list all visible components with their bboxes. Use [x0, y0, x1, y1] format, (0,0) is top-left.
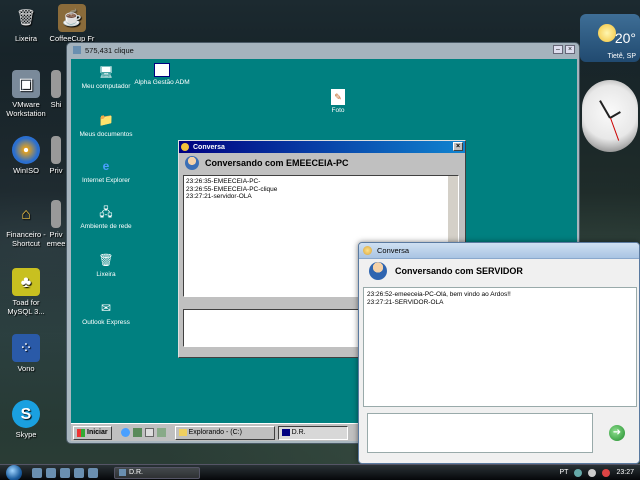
- window-icon: [154, 63, 170, 77]
- channels-quick-icon[interactable]: [156, 428, 166, 437]
- chat-icon: [363, 246, 372, 255]
- vm-window-title: 575,431 clique: [85, 45, 134, 55]
- desktop-icon-partial-2[interactable]: Priv: [44, 136, 68, 175]
- dialog-titlebar[interactable]: Conversa ×: [179, 141, 465, 153]
- desktop-icon-partial-1[interactable]: Shi: [44, 70, 68, 109]
- folder-icon: 📁: [98, 113, 114, 127]
- vm-titlebar[interactable]: 575,431 clique – ×: [67, 43, 579, 57]
- guest-icon-alpha[interactable]: Alpha Gestão ADM: [129, 63, 195, 87]
- app-icon: [51, 136, 61, 164]
- message-log[interactable]: 23:26:52-emeeceia-PC-Olá, bem vindo ao A…: [363, 287, 637, 407]
- desktop-icon-lixeira[interactable]: 🗑 Lixeira: [0, 4, 52, 43]
- message-input[interactable]: [183, 309, 373, 347]
- network-icon[interactable]: [574, 468, 583, 477]
- desktop-quick-icon[interactable]: [132, 428, 142, 437]
- browser-icon[interactable]: [60, 467, 70, 478]
- arrow-right-icon: ➜: [612, 427, 622, 438]
- message-line: 23:27:21-servidor-OLA: [186, 193, 252, 200]
- outlook-icon: ✉: [100, 301, 112, 315]
- app-icon: [51, 70, 61, 98]
- volume-icon[interactable]: [588, 468, 597, 477]
- task-explorando[interactable]: Explorando - (C:): [174, 425, 275, 440]
- folder-icon: [178, 429, 187, 436]
- task-dr[interactable]: D.R.: [114, 466, 200, 479]
- guest-icon-outlook[interactable]: ✉ Outlook Express: [73, 299, 139, 327]
- task-dr[interactable]: D.R.: [277, 425, 348, 440]
- message-line: 23:26:52-emeeceia-PC-Olá, bem vindo ao A…: [367, 291, 511, 298]
- dialog-titlebar[interactable]: Conversa: [359, 243, 639, 259]
- app-icon: [51, 200, 61, 228]
- vono-icon: ⁘: [12, 334, 40, 362]
- guest-icon-lixeira[interactable]: 🗑 Lixeira: [73, 251, 139, 279]
- vmware-icon: ▣: [12, 70, 40, 98]
- toad-icon: ♣: [12, 268, 40, 296]
- conversation-header: Conversando com EMEECEIA-PC: [179, 153, 465, 173]
- app-icon[interactable]: [74, 467, 84, 478]
- network-icon: 🖧: [99, 205, 113, 219]
- house-icon: ⌂: [21, 205, 31, 223]
- system-tray: PT 23:27: [560, 468, 640, 477]
- guest-icon-ambiente-de-rede[interactable]: 🖧 Ambiente de rede: [73, 203, 139, 231]
- minimize-icon[interactable]: –: [553, 45, 563, 54]
- conversation-header: Conversando com SERVIDOR: [359, 259, 639, 283]
- switch-windows-icon[interactable]: [46, 467, 56, 478]
- desktop-icon-coffeecup[interactable]: ☕ CoffeeCup Fr: [46, 4, 98, 43]
- clock-second-hand: [610, 117, 620, 141]
- app-icon: [281, 429, 290, 436]
- user-avatar-icon: [185, 156, 199, 170]
- show-desktop-icon[interactable]: [32, 467, 42, 478]
- sun-icon: [598, 24, 616, 42]
- host-taskbar: D.R. PT 23:27: [0, 464, 640, 480]
- weather-gadget[interactable]: 20° Tietê, SP: [580, 14, 640, 62]
- desktop-icon-partial-3[interactable]: Priv emee: [44, 200, 68, 248]
- start-button[interactable]: Iniciar: [73, 425, 112, 440]
- conversa-dialog-server[interactable]: Conversa Conversando com SERVIDOR 23:26:…: [358, 242, 640, 464]
- ie-quick-icon[interactable]: [120, 428, 130, 437]
- message-line: 23:27:21-SERVIDOR-OLA: [367, 299, 444, 306]
- clock-hour-hand: [599, 100, 611, 119]
- ie-icon: e: [102, 159, 110, 173]
- recycle-bin-icon: 🗑: [15, 9, 37, 27]
- photo-icon: ✎: [331, 89, 345, 105]
- send-button[interactable]: ➜: [609, 425, 625, 441]
- vm-window-icon: [73, 46, 81, 54]
- recycle-bin-icon: 🗑: [98, 253, 114, 267]
- message-line: 23:26:35-EMEECEIA-PC-: [186, 178, 261, 185]
- quick-launch: [120, 428, 166, 437]
- coffee-icon: ☕: [58, 4, 86, 32]
- weather-temp: 20°: [614, 30, 636, 46]
- weather-city: Tietê, SP: [607, 53, 636, 60]
- app-icon[interactable]: [88, 467, 98, 478]
- clock-gadget[interactable]: [582, 80, 638, 152]
- computer-icon: 🖥: [98, 65, 114, 79]
- desktop-icon-toad[interactable]: ♣ Toad for MySQL 3...: [0, 268, 52, 316]
- guest-icon-foto[interactable]: ✎ Foto: [305, 89, 371, 115]
- desktop-icon-skype[interactable]: S Skype: [0, 400, 52, 439]
- windows-logo-icon: [77, 428, 85, 437]
- shield-icon[interactable]: [602, 468, 611, 477]
- guest-icon-meus-documentos[interactable]: 📁 Meus documentos: [73, 111, 139, 139]
- skype-icon: S: [12, 400, 40, 428]
- close-icon[interactable]: ×: [565, 45, 575, 54]
- chat-icon: [181, 143, 189, 151]
- start-orb-icon[interactable]: [6, 464, 22, 480]
- outlook-quick-icon[interactable]: [144, 428, 154, 437]
- desktop-icon-vono[interactable]: ⁘ Vono: [0, 334, 52, 373]
- guest-icon-internet-explorer[interactable]: e Internet Explorer: [73, 157, 139, 185]
- clock-text[interactable]: 23:27: [616, 469, 634, 476]
- message-input[interactable]: [367, 413, 593, 453]
- user-avatar-icon: [369, 262, 387, 280]
- quick-launch: [32, 467, 98, 478]
- close-icon[interactable]: ×: [453, 142, 463, 151]
- language-indicator[interactable]: PT: [560, 469, 569, 476]
- app-icon: [119, 469, 126, 476]
- disc-icon: [12, 136, 40, 164]
- message-line: 23:26:55-EMEECEIA-PC-clique: [186, 185, 278, 193]
